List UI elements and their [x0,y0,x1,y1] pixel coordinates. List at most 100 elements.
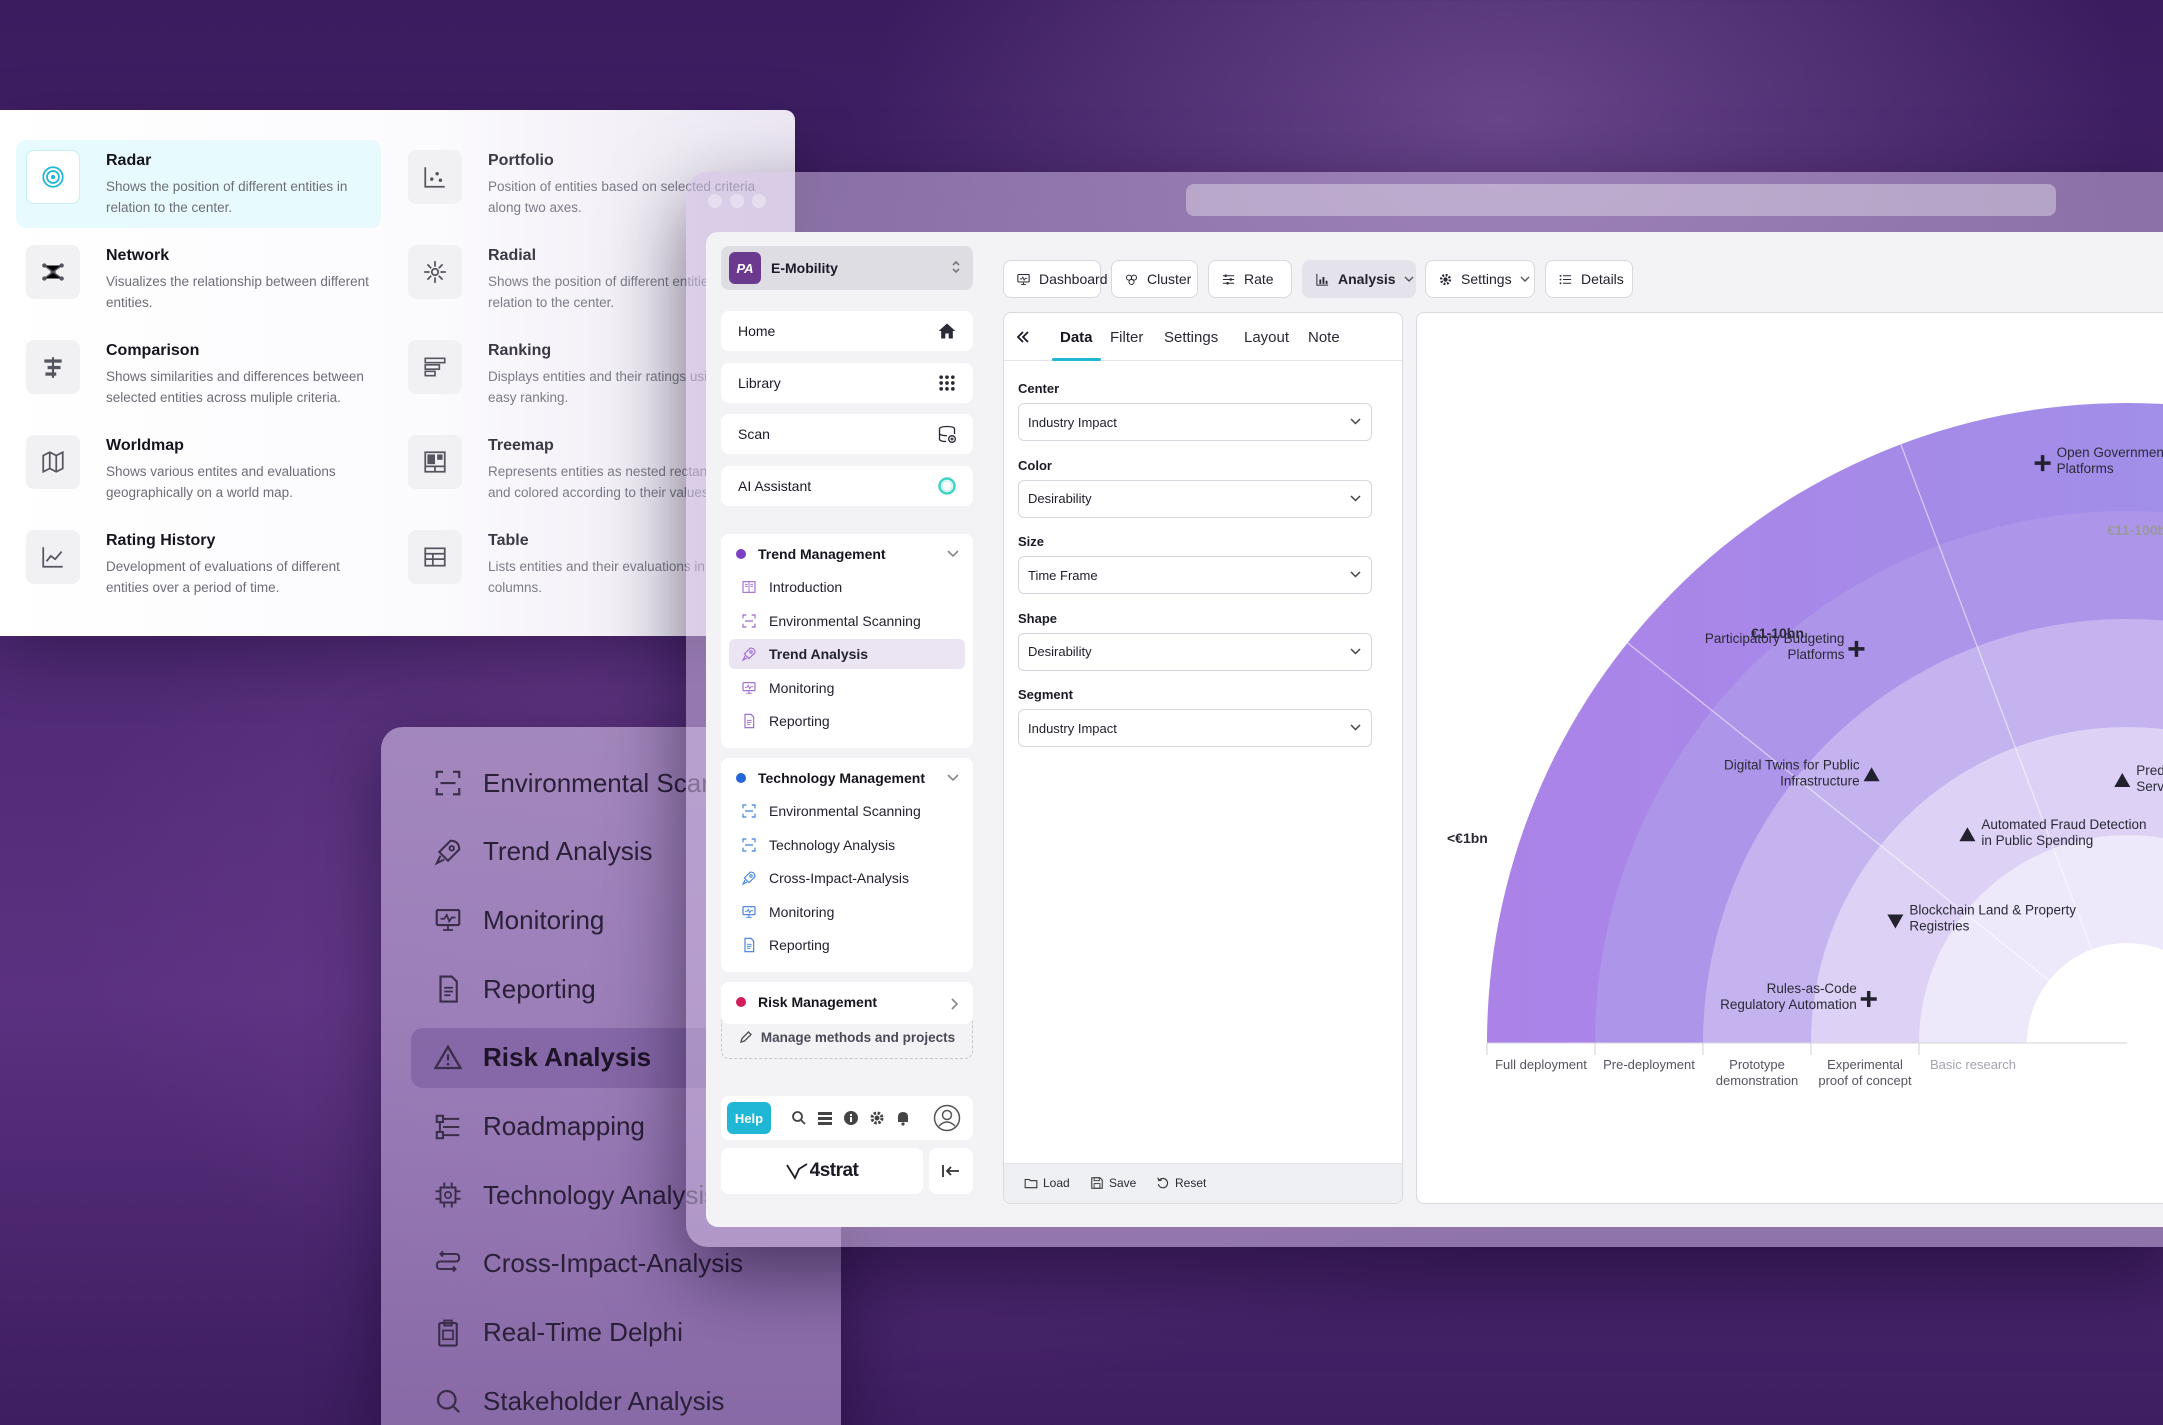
color-select[interactable]: Desirability [1018,479,1372,518]
panel-tabs: Data Filter Settings Layout Note [1004,313,1402,361]
user-avatar-icon[interactable] [933,1104,961,1132]
monitor-icon [741,904,757,920]
center-select[interactable]: Industry Impact [1018,403,1372,441]
method-item-label: Cross-Impact-Analysis [483,1248,744,1279]
tab-settings[interactable]: Settings [1164,313,1218,361]
toolbar-cluster-button[interactable]: Cluster [1111,260,1198,298]
shape-select[interactable]: Desirability [1018,632,1372,671]
brand-logo[interactable]: 4strat [721,1148,923,1194]
sidebar-item-environmental-scanning[interactable]: Environmental Scanning [729,606,965,636]
sidebar-item-label: Monitoring [769,679,835,696]
nav-group-header[interactable]: Risk Management [736,994,877,1010]
tab-note[interactable]: Note [1308,313,1340,361]
app-window: PA E-Mobility Manage methods and project… [686,172,2163,1247]
ai-ring-icon [937,476,957,496]
method-item-label: Real-Time Delphi [483,1317,683,1348]
tab-label: Data [1060,328,1093,346]
reset-button[interactable]: Reset [1156,1176,1206,1190]
database-icon[interactable] [817,1110,833,1126]
toolbar-rate-button[interactable]: Rate [1208,260,1292,298]
chart-type-title: Worldmap [106,437,184,454]
chart-type-comparison[interactable]: Comparison Shows similarities and differe… [16,330,381,418]
reset-icon [1156,1176,1175,1190]
nav-home[interactable]: Home [721,311,973,351]
gear-icon[interactable] [869,1110,885,1126]
tab-data[interactable]: Data [1052,313,1101,361]
segment-label: €11-100bn [2107,522,2163,538]
sidebar-item-cross-impact-analysis[interactable]: Cross-Impact-Analysis [729,863,965,893]
chevron-down-icon[interactable] [947,774,959,782]
project-selector[interactable]: PA E-Mobility [721,246,973,290]
nav-scan[interactable]: Scan [721,414,973,454]
pencil-icon [739,1030,753,1044]
chevron-right-icon[interactable] [951,998,959,1010]
size-select[interactable]: Time Frame [1018,556,1372,594]
sidebar-item-label: Reporting [769,937,830,954]
chart-type-radar[interactable]: Radar Shows the position of different ent… [16,140,381,228]
sidebar-item-monitoring[interactable]: Monitoring [729,673,965,703]
chart-type-worldmap[interactable]: Worldmap Shows various entites and evalua… [16,425,381,513]
sidebar-item-trend-analysis[interactable]: Trend Analysis [729,639,965,670]
chevron-down-icon [1350,724,1361,731]
project-avatar: PA [729,252,761,284]
method-item-label: Technology Analysis [483,1179,718,1210]
nav-group-header[interactable]: Trend Management [736,546,886,562]
sidebar-item-introduction[interactable]: Introduction [729,572,965,602]
tab-layout[interactable]: Layout [1244,313,1289,361]
sidebar-item-reporting[interactable]: Reporting [729,706,965,736]
save-button[interactable]: Save [1090,1176,1136,1190]
sidebar-item-monitoring[interactable]: Monitoring [729,897,965,927]
method-item-stakeholder-analysis[interactable]: Stakeholder Analysis [411,1371,831,1425]
toolbar-details-button[interactable]: Details [1545,260,1633,298]
sliders-icon [1221,272,1236,287]
sidebar-item-reporting[interactable]: Reporting [729,930,965,960]
nav-ai-assistant[interactable]: AI Assistant [721,465,973,506]
url-bar[interactable] [1186,184,2056,216]
chart-type-network[interactable]: Network Visualizes the relationship betwe… [16,235,381,323]
toolbar-settings-button[interactable]: Settings [1425,260,1535,298]
comparison-icon [26,340,80,394]
tab-filter[interactable]: Filter [1110,313,1143,361]
method-item-label: Roadmapping [483,1111,645,1141]
method-item-label: Reporting [483,973,596,1004]
clipboard-icon [433,1318,463,1348]
shape-label: Shape [1018,610,1058,626]
toolbar-analysis-button[interactable]: Analysis [1302,260,1416,298]
window-maximize-dot[interactable] [752,194,766,208]
collapse-panel-button[interactable] [1016,313,1030,361]
radar-chart-panel: Full deployment Pre-deployment Prototype de… [1416,312,2163,1204]
color-label: Color [1018,457,1052,473]
load-button[interactable]: Load [1024,1176,1070,1190]
help-toolbar: Help [721,1096,973,1140]
sidebar-item-technology-analysis[interactable]: Technology Analysis [729,830,965,860]
sidebar-item-label: Environmental Scanning [769,612,921,629]
toolbar-dashboard-button[interactable]: Dashboard [1003,260,1108,298]
toolbar-button-label: Analysis [1338,271,1396,287]
window-minimize-dot[interactable] [730,194,744,208]
nav-library[interactable]: Library [721,362,973,403]
info-icon[interactable] [843,1110,859,1126]
sidebar-item-environmental-scanning[interactable]: Environmental Scanning [729,796,965,826]
ring-label: Full deployment [1495,1057,1587,1072]
segment-select[interactable]: Industry Impact [1018,709,1372,747]
nav-group-header[interactable]: Technology Management [736,770,925,786]
ring-label: Prototype demonstration [1716,1057,1798,1088]
help-button[interactable]: Help [727,1102,771,1134]
chart-type-title: Network [106,247,170,264]
search-icon[interactable] [791,1110,807,1126]
ranking-icon [408,340,462,394]
warning-icon [433,1043,463,1073]
logo-mark-icon [785,1161,808,1181]
nav-group-label: Technology Management [758,770,925,786]
radial-icon [408,245,462,299]
collapse-sidebar-button[interactable] [929,1148,973,1194]
report-icon [741,713,757,729]
chart-type-rating-history[interactable]: Rating History Development of evaluations… [16,520,381,608]
cluster-icon [1124,272,1139,287]
bell-icon[interactable] [895,1110,911,1126]
gear-icon [1438,272,1453,287]
method-item-real-time-delphi[interactable]: Real-Time Delphi [411,1303,831,1363]
window-close-dot[interactable] [708,194,722,208]
chevron-down-icon[interactable] [947,550,959,558]
method-item-label: Stakeholder Analysis [483,1385,725,1416]
